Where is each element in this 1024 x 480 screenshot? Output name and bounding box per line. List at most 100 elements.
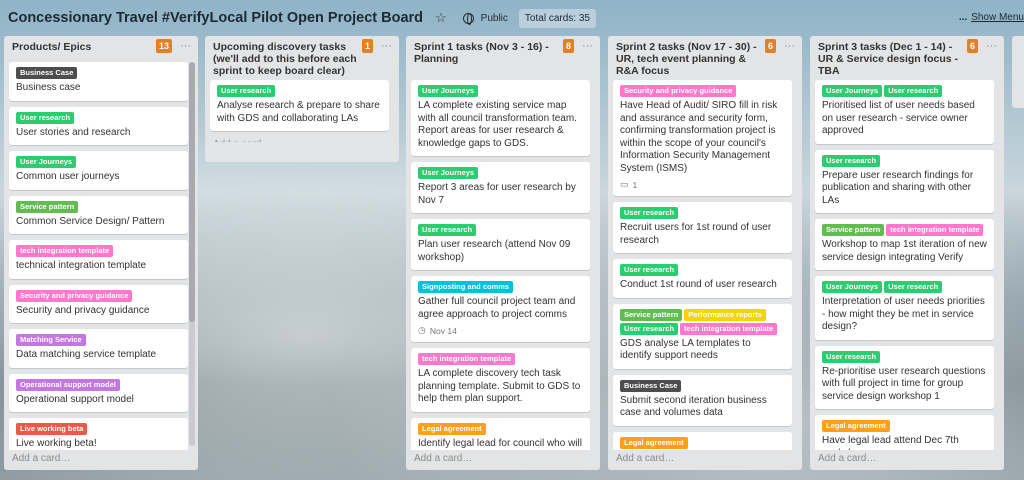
card-label: User Journeys — [822, 281, 883, 293]
card-labels: Service pattern — [16, 200, 181, 213]
card-title: Re-prioritise user research questions wi… — [822, 365, 986, 402]
card[interactable]: User Journeys User research Interpretation… — [815, 276, 994, 340]
card[interactable]: User research User stories and research — [9, 106, 188, 145]
list-title[interactable]: Sprint 1 tasks (Nov 3 - 16) - Planning — [414, 41, 560, 65]
list-menu-icon[interactable]: ··· — [986, 40, 997, 52]
card[interactable]: Service pattern tech integration template… — [815, 219, 994, 270]
card[interactable]: User Journeys Report 3 areas for user res… — [411, 162, 590, 213]
card[interactable]: User research Re-prioritise user research… — [815, 345, 994, 409]
card-labels: User research — [822, 154, 987, 167]
list-menu-icon[interactable]: ··· — [582, 40, 593, 52]
card[interactable]: Matching Service Data matching service te… — [9, 329, 188, 368]
card-title: GDS analyse LA templates to identify sup… — [620, 337, 751, 362]
total-cards-badge: Total cards: 35 — [518, 8, 596, 28]
list-column: Sprint 1 tasks (Nov 3 - 16) - Planning 8 ·… — [406, 36, 600, 470]
card-label: Live working beta — [16, 423, 88, 435]
card-label: User research — [418, 224, 477, 236]
card-label: tech integration template — [680, 322, 778, 335]
card-label: tech integration template — [886, 224, 984, 236]
list-menu-icon[interactable]: ··· — [180, 40, 191, 52]
card-labels: Service pattern tech integration template — [822, 224, 987, 236]
card-labels: User research — [418, 224, 583, 236]
card[interactable]: Security and privacy guidance Have Head o… — [613, 80, 792, 196]
scrollbar-thumb[interactable] — [189, 62, 195, 322]
board-header: Concessionary Travel #VerifyLocal Pilot … — [0, 0, 1024, 36]
card-label: Security and privacy guidance — [620, 85, 737, 97]
card-badge-text: 1 — [632, 179, 638, 190]
card-title: Prepare user research findings for publi… — [822, 169, 974, 206]
card[interactable]: Signposting and comms Gather full council… — [411, 276, 590, 342]
add-card-link[interactable]: Add a card… — [12, 453, 70, 464]
card[interactable]: User Journeys Common user journeys — [9, 151, 188, 190]
card-count-badge: 6 — [764, 39, 776, 53]
card-label: Service pattern — [822, 224, 885, 236]
card-title: LA complete discovery tech task planning… — [418, 368, 581, 404]
card-labels: User research — [620, 264, 785, 276]
card[interactable]: User Journeys LA complete existing servic… — [411, 80, 590, 156]
star-icon[interactable]: ☆ — [435, 10, 447, 26]
card-title: Common user journeys — [16, 171, 120, 182]
card-title: Security and privacy guidance — [16, 304, 150, 316]
card-labels: User research — [620, 207, 785, 219]
card-label: User research — [822, 154, 881, 167]
card[interactable]: Legal agreement Identify legal lead for c… — [411, 417, 590, 450]
list-title[interactable]: Products/ Epics — [12, 41, 158, 53]
add-card-link[interactable]: Add a card… — [414, 453, 472, 464]
list-title[interactable]: Upcoming discovery tasks (we'll add to t… — [213, 41, 359, 77]
card[interactable]: Service pattern Common Service Design/ Pa… — [9, 195, 188, 234]
list-scrollbar[interactable] — [189, 62, 195, 446]
card[interactable]: User research Analyse research & prepare … — [210, 80, 389, 131]
list-column: Products/ Epics 13 ··· Business Case Busines… — [4, 36, 198, 470]
card-title: Prioritised list of user needs based on … — [822, 100, 975, 136]
card-labels: User Journeys User research — [822, 281, 987, 293]
card-title: Live working beta! — [16, 438, 97, 449]
card-title: Have Head of Audit/ SIRO fill in risk an… — [620, 100, 778, 174]
list-menu-icon[interactable]: ··· — [784, 40, 795, 52]
list-title[interactable]: Sprint 2 tasks (Nov 17 - 30) - UR, tech … — [616, 41, 762, 77]
card-label: Performance reports — [684, 308, 766, 321]
card[interactable]: Service pattern Performance reports User r… — [613, 303, 792, 369]
card-labels: Business Case — [620, 379, 785, 392]
card[interactable]: tech integration template LA complete dis… — [411, 348, 590, 412]
visibility-button[interactable]: Public — [462, 12, 508, 25]
card[interactable]: Security and privacy guidance Security an… — [9, 284, 188, 323]
card-labels: User research — [16, 111, 181, 124]
card[interactable]: Business Case Submit second iteration bus… — [613, 374, 792, 426]
card[interactable]: Live working beta Live working beta! — [9, 418, 188, 450]
card[interactable]: Operational support model Operational sup… — [9, 373, 188, 412]
card-count-badge: 13 — [155, 39, 172, 53]
card-label: Legal agreement — [822, 420, 890, 432]
card-label: Legal agreement — [620, 436, 688, 449]
add-card-link[interactable]: Add a card… — [210, 137, 389, 142]
card-label: User Journeys — [16, 156, 77, 168]
card-labels: Legal agreement — [418, 422, 583, 435]
card[interactable]: Legal agreement Have legal lead attend De… — [815, 415, 994, 450]
card[interactable]: User Journeys User research Prioritised li… — [815, 80, 994, 144]
card[interactable]: User research Conduct 1st round of user r… — [613, 259, 792, 298]
show-menu-button[interactable]: ... Show Menu — [959, 12, 1024, 23]
card[interactable]: User research Prepare user research findi… — [815, 149, 994, 213]
card[interactable]: User research Recruit users for 1st round… — [613, 202, 792, 253]
visibility-label: Public — [480, 12, 508, 24]
card-list: User Journeys LA complete existing servic… — [411, 80, 590, 450]
card-title: Gather full council project team and agr… — [418, 296, 576, 320]
card-labels: Operational support model — [16, 378, 181, 391]
list-menu-icon[interactable]: ··· — [381, 40, 392, 52]
list-title[interactable]: Sprint 3 tasks (Dec 1 - 14) - UR & Servi… — [818, 41, 964, 77]
add-card-link[interactable]: Add a card… — [616, 453, 674, 464]
card-labels: Live working beta — [16, 423, 181, 435]
list-column: Sprint 3 tasks (Dec 1 - 14) - UR & Servi… — [810, 36, 1004, 470]
card-labels: Security and privacy guidance — [16, 289, 181, 302]
card[interactable]: Business Case Business case — [9, 62, 188, 101]
board-title[interactable]: Concessionary Travel #VerifyLocal Pilot … — [8, 10, 423, 26]
card[interactable]: Legal agreement — [613, 431, 792, 450]
card[interactable]: tech integration template technical integ… — [9, 240, 188, 279]
card-title: Submit second iteration business case an… — [620, 394, 767, 419]
list-header: Sprint 2 tasks (Nov 17 - 30) - UR, tech … — [608, 36, 802, 77]
card-label: User Journeys — [822, 85, 883, 97]
card-title: Conduct 1st round of user research — [620, 279, 777, 290]
card-label: User research — [884, 85, 943, 97]
add-card-link[interactable]: Add a card… — [818, 453, 876, 464]
card-title: LA complete existing service map with al… — [418, 100, 577, 149]
card[interactable]: User research Plan user research (attend … — [411, 219, 590, 270]
